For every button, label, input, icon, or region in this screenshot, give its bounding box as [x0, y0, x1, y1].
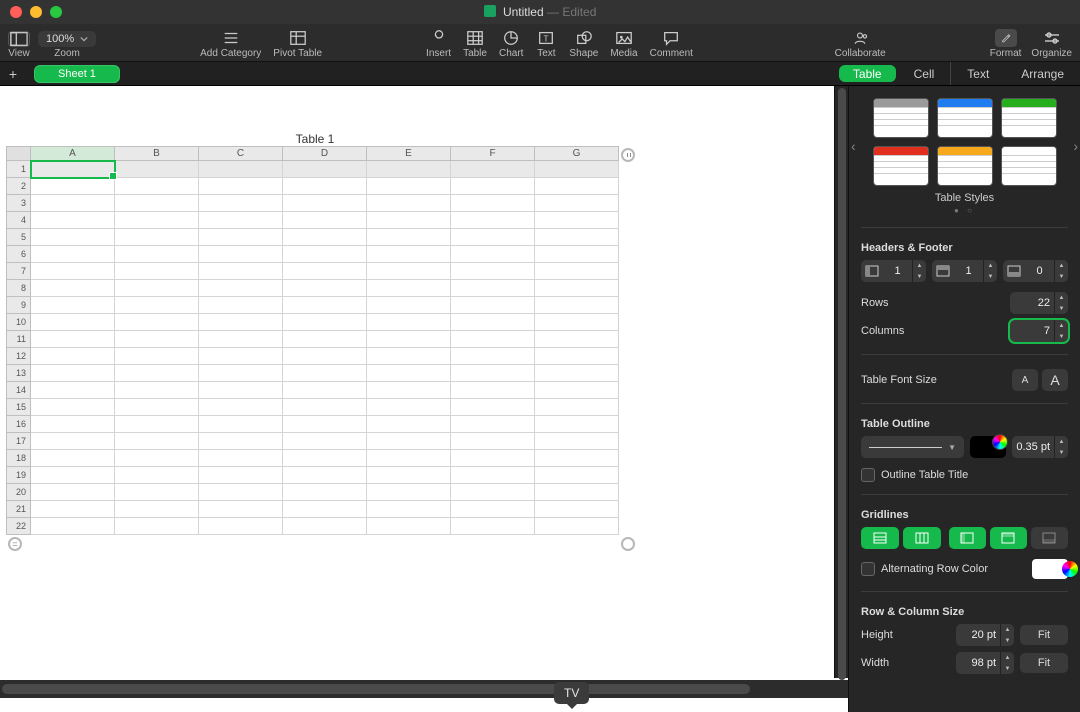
zoom-select[interactable]: 100% Zoom: [38, 31, 96, 59]
view-button[interactable]: View: [8, 31, 30, 59]
tab-cell[interactable]: Cell: [898, 62, 951, 85]
headers-footer-label: Headers & Footer: [861, 242, 1068, 254]
header-columns-icon: [861, 265, 883, 277]
svg-text:T: T: [544, 35, 549, 44]
column-width-fit-button[interactable]: Fit: [1020, 653, 1068, 673]
rows-label: Rows: [861, 297, 1004, 309]
table-style-thumb[interactable]: [873, 146, 929, 186]
color-picker-icon[interactable]: [992, 434, 1008, 450]
table-resize-handle[interactable]: [621, 537, 635, 551]
table-styles-label: Table Styles: [861, 192, 1068, 204]
document-title: Untitled: [503, 5, 544, 19]
table-style-thumb[interactable]: [873, 98, 929, 138]
chart-button[interactable]: Chart: [499, 29, 523, 59]
table-styles: ‹ ›: [861, 98, 1068, 186]
horizontal-scrollbar[interactable]: [0, 680, 848, 698]
styles-next[interactable]: ›: [1073, 138, 1078, 154]
sheet-tab[interactable]: Sheet 1: [34, 65, 120, 83]
gridlines-label: Gridlines: [861, 509, 1068, 521]
gridlines-body-h[interactable]: [861, 527, 899, 549]
table-style-thumb[interactable]: [1001, 98, 1057, 138]
format-inspector: ‹ › Table Styles ● ○ Headers & Footer 1 …: [848, 86, 1080, 712]
font-size-decrease[interactable]: A: [1012, 369, 1038, 391]
close-window-button[interactable]: [10, 6, 22, 18]
footer-rows-icon: [1003, 265, 1025, 277]
color-picker-icon[interactable]: [1062, 561, 1078, 577]
gridlines-header-col[interactable]: [949, 527, 986, 549]
tooltip: TV: [554, 682, 589, 704]
table-style-thumb[interactable]: [1001, 146, 1057, 186]
sheetbar: + Sheet 1 Table Cell Text Arrange: [0, 62, 1080, 86]
row-height-label: Height: [861, 629, 950, 641]
styles-page-dots: ● ○: [861, 206, 1068, 215]
fullscreen-window-button[interactable]: [50, 6, 62, 18]
format-button[interactable]: Format: [990, 29, 1022, 59]
document-status: Edited: [562, 5, 596, 19]
table-button[interactable]: Table: [463, 29, 487, 59]
tab-text[interactable]: Text: [951, 62, 1005, 85]
outline-title-checkbox[interactable]: [861, 468, 875, 482]
inspector-tabs: Table Cell Text Arrange: [837, 62, 1080, 85]
minimize-window-button[interactable]: [30, 6, 42, 18]
comment-button[interactable]: Comment: [650, 29, 693, 59]
pivot-table-button[interactable]: Pivot Table: [273, 29, 322, 59]
text-button[interactable]: TText: [535, 29, 557, 59]
columns-field[interactable]: ▲▼: [1010, 320, 1068, 342]
gridlines-body-v[interactable]: [903, 527, 941, 549]
outline-title-label: Outline Table Title: [881, 469, 968, 481]
tab-table[interactable]: Table: [839, 65, 896, 82]
toolbar: View 100% Zoom Add Category Pivot Table …: [0, 24, 1080, 62]
row-height-fit-button[interactable]: Fit: [1020, 625, 1068, 645]
font-size-increase[interactable]: A: [1042, 369, 1068, 391]
vertical-scrollbar[interactable]: [834, 86, 848, 678]
add-category-button[interactable]: Add Category: [200, 29, 261, 59]
alternating-row-color-swatch[interactable]: [1032, 559, 1068, 579]
rows-field[interactable]: ▲▼: [1010, 292, 1068, 314]
insert-button[interactable]: Insert: [426, 29, 451, 59]
gridlines-footer-row[interactable]: [1031, 527, 1068, 549]
header-rows-icon: [932, 265, 954, 277]
shape-button[interactable]: Shape: [569, 29, 598, 59]
columns-label: Columns: [861, 325, 1004, 337]
add-row-handle[interactable]: =: [8, 537, 22, 551]
outline-color-swatch[interactable]: [970, 436, 1006, 458]
row-height-field[interactable]: ▲▼: [956, 624, 1014, 646]
table-style-thumb[interactable]: [937, 98, 993, 138]
document-icon: [484, 5, 496, 17]
table-outline-label: Table Outline: [861, 418, 1068, 430]
add-column-handle[interactable]: [621, 148, 635, 162]
alternating-row-label: Alternating Row Color: [881, 563, 988, 575]
column-width-label: Width: [861, 657, 950, 669]
spreadsheet-canvas[interactable]: Table 1 ABCDEFG1234567891011121314151617…: [0, 86, 848, 712]
row-column-size-label: Row & Column Size: [861, 606, 1068, 618]
organize-button[interactable]: Organize: [1031, 29, 1072, 59]
add-sheet-button[interactable]: +: [0, 64, 26, 84]
column-width-field[interactable]: ▲▼: [956, 652, 1014, 674]
table-grid[interactable]: ABCDEFG123456789101112131415161718192021…: [6, 146, 619, 535]
footer-rows-stepper[interactable]: 0 ▲▼: [1003, 260, 1068, 282]
header-rows-stepper[interactable]: 1 ▲▼: [932, 260, 997, 282]
table-style-thumb[interactable]: [937, 146, 993, 186]
styles-prev[interactable]: ‹: [851, 138, 856, 154]
table-title[interactable]: Table 1: [6, 132, 624, 146]
alternating-row-checkbox[interactable]: [861, 562, 875, 576]
header-columns-stepper[interactable]: 1 ▲▼: [861, 260, 926, 282]
titlebar: Untitled — Edited: [0, 0, 1080, 24]
media-button[interactable]: Media: [610, 29, 637, 59]
tab-arrange[interactable]: Arrange: [1005, 62, 1080, 85]
collaborate-button[interactable]: Collaborate: [835, 29, 886, 59]
outline-style-select[interactable]: ▼: [861, 436, 964, 458]
table-font-size-label: Table Font Size: [861, 374, 1006, 386]
gridlines-header-row[interactable]: [990, 527, 1027, 549]
outline-width-field[interactable]: ▲▼: [1012, 436, 1068, 458]
